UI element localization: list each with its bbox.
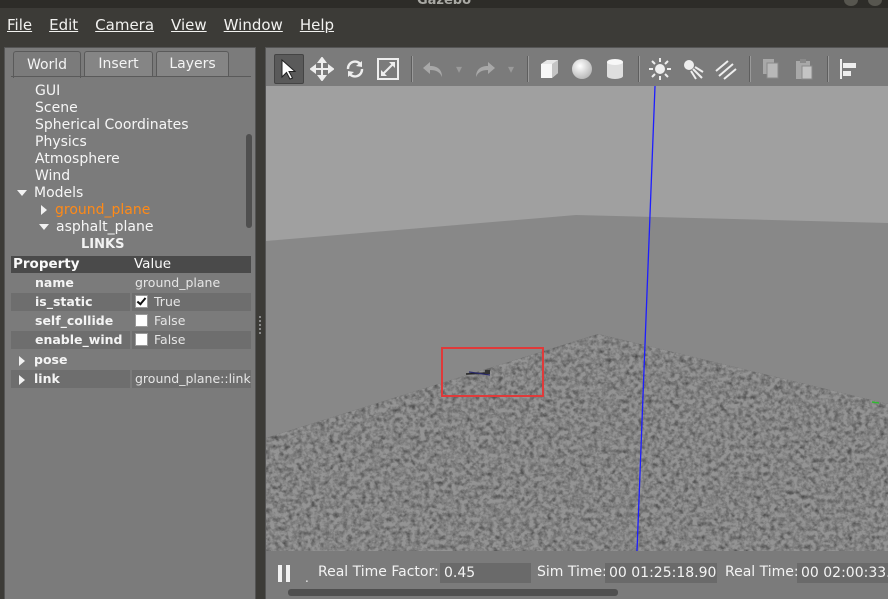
cylinder-shape-icon[interactable] xyxy=(600,54,630,84)
value-column-header: Value xyxy=(134,256,172,272)
scene-render xyxy=(266,86,888,551)
is-static-checkbox[interactable] xyxy=(135,295,148,308)
left-panel: World Insert Layers GUI Scene Spherical … xyxy=(4,47,256,599)
select-mode-icon[interactable] xyxy=(274,54,304,84)
property-row-enable-wind: enable_wind False xyxy=(11,331,251,349)
property-row-self-collide: self_collide False xyxy=(35,313,186,328)
property-row-link[interactable]: link ground_plane::link xyxy=(11,370,251,388)
spot-light-icon[interactable] xyxy=(678,54,708,84)
property-table-header: Property Value xyxy=(11,256,251,273)
links-header: LINKS xyxy=(81,237,125,252)
panel-tabs: World Insert Layers xyxy=(13,51,232,78)
step-indicator: . xyxy=(305,571,309,585)
translate-mode-icon[interactable] xyxy=(307,54,337,84)
expand-arrow-icon[interactable] xyxy=(19,355,25,366)
tree-item-asphalt-plane[interactable]: asphalt_plane xyxy=(39,219,153,235)
sim-time-value: 00 01:25:18.900 xyxy=(605,563,717,583)
sphere-shape-icon[interactable] xyxy=(567,54,597,84)
tree-item-wind[interactable]: Wind xyxy=(35,168,70,184)
sim-time-label: Sim Time: xyxy=(537,564,607,580)
tree-item-gui[interactable]: GUI xyxy=(35,83,60,99)
menu-view[interactable]: View xyxy=(171,16,207,34)
tree-item-models[interactable]: Models xyxy=(17,185,83,201)
world-tree: GUI Scene Spherical Coordinates Physics … xyxy=(11,76,252,256)
real-time-factor-value: 0.45 xyxy=(440,563,531,583)
property-row-is-static: is_static True xyxy=(11,293,251,311)
copy-icon[interactable] xyxy=(756,54,786,84)
tree-item-ground-plane[interactable]: ground_plane xyxy=(41,202,150,218)
scale-mode-icon[interactable] xyxy=(373,54,403,84)
toolbar-separator xyxy=(411,56,413,82)
paste-icon[interactable] xyxy=(789,54,819,84)
status-bar: . Real Time Factor: 0.45 Sim Time: 00 01… xyxy=(266,551,888,599)
redo-icon[interactable] xyxy=(470,54,500,84)
tree-item-scene[interactable]: Scene xyxy=(35,100,78,116)
property-column-header: Property xyxy=(13,256,80,272)
enable-wind-checkbox[interactable] xyxy=(135,333,148,346)
menu-camera[interactable]: Camera xyxy=(95,16,154,34)
menu-help[interactable]: Help xyxy=(300,16,334,34)
collapse-arrow-icon[interactable] xyxy=(39,224,49,230)
self-collide-checkbox[interactable] xyxy=(135,314,148,327)
name-value-field[interactable]: ground_plane xyxy=(132,274,251,292)
tree-item-atmosphere[interactable]: Atmosphere xyxy=(35,151,120,167)
box-shape-icon[interactable] xyxy=(534,54,564,84)
tab-world[interactable]: World xyxy=(13,51,81,78)
toolbar-separator xyxy=(638,56,640,82)
panel-splitter[interactable] xyxy=(259,316,262,334)
toolbar-separator xyxy=(749,56,751,82)
toolbar-separator xyxy=(527,56,529,82)
toolbar: ▾ ▾ xyxy=(274,51,888,87)
expand-arrow-icon[interactable] xyxy=(19,374,25,385)
menu-bar: File Edit Camera View Window Help xyxy=(0,8,888,42)
tab-layers[interactable]: Layers xyxy=(156,51,229,76)
rotate-mode-icon[interactable] xyxy=(340,54,370,84)
pause-icon[interactable] xyxy=(278,565,292,582)
checkmark-icon xyxy=(136,295,147,306)
menu-window[interactable]: Window xyxy=(224,16,283,34)
horizontal-scrollbar[interactable] xyxy=(288,589,618,596)
property-row-name: name ground_plane xyxy=(11,274,251,292)
tab-insert[interactable]: Insert xyxy=(84,51,153,76)
expand-arrow-icon[interactable] xyxy=(41,205,47,215)
menu-file[interactable]: File xyxy=(7,16,32,34)
tree-scrollbar[interactable] xyxy=(246,134,252,228)
tree-item-spherical-coordinates[interactable]: Spherical Coordinates xyxy=(35,117,189,133)
real-time-factor-label: Real Time Factor: xyxy=(318,564,439,580)
real-time-value: 00 02:00:33. xyxy=(797,563,888,583)
property-row-pose[interactable]: pose xyxy=(11,351,251,369)
toolbar-separator xyxy=(827,56,829,82)
collapse-arrow-icon[interactable] xyxy=(17,190,27,196)
window-title: Gazebo xyxy=(416,0,472,8)
undo-dropdown-icon[interactable]: ▾ xyxy=(451,54,467,84)
menu-edit[interactable]: Edit xyxy=(49,16,78,34)
point-light-icon[interactable] xyxy=(645,54,675,84)
tree-item-physics[interactable]: Physics xyxy=(35,134,87,150)
undo-icon[interactable] xyxy=(418,54,448,84)
title-bar: Gazebo xyxy=(0,0,888,8)
directional-light-icon[interactable] xyxy=(711,54,741,84)
align-icon[interactable] xyxy=(834,54,864,84)
scene-viewport[interactable] xyxy=(266,86,888,551)
real-time-label: Real Time: xyxy=(725,564,799,580)
redo-dropdown-icon[interactable]: ▾ xyxy=(503,54,519,84)
